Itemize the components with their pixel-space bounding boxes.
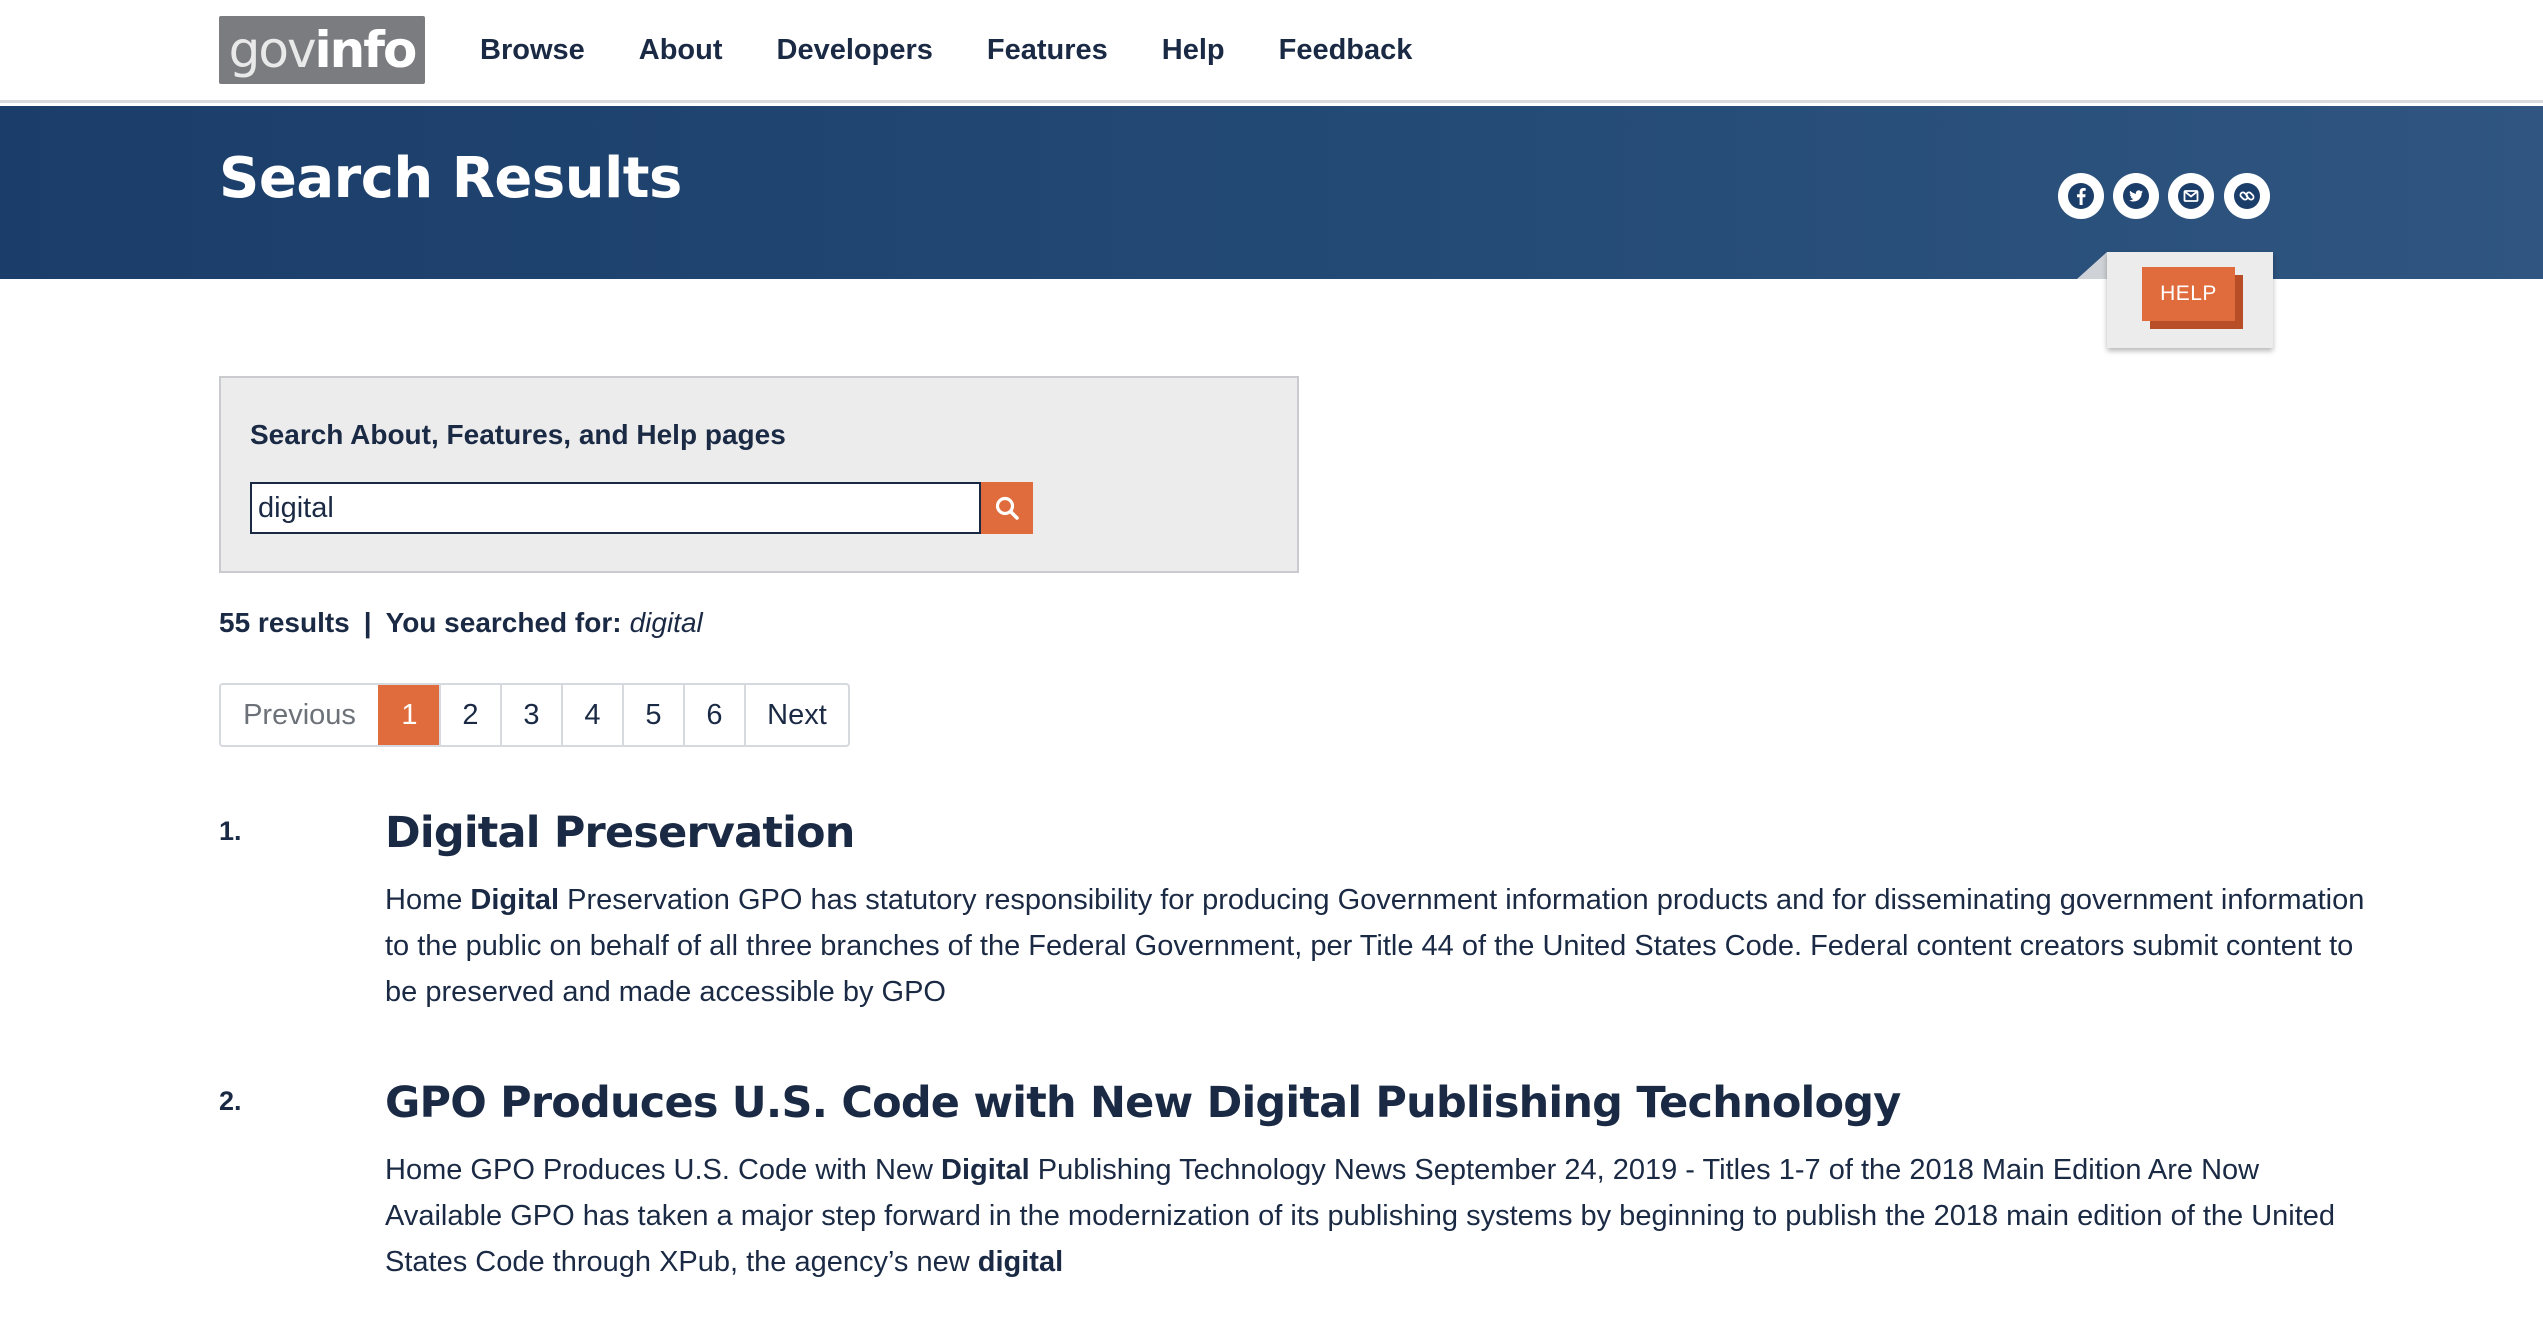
pagination-next[interactable]: Next <box>744 685 848 745</box>
result-count: 55 results <box>219 607 350 638</box>
govinfo-logo[interactable]: gov info <box>219 16 425 84</box>
pagination-page-6[interactable]: 6 <box>683 685 744 745</box>
top-navigation: gov info Browse About Developers Features… <box>0 0 2543 103</box>
pagination-page-3[interactable]: 3 <box>500 685 561 745</box>
nav-developers[interactable]: Developers <box>777 28 933 72</box>
result-snippet: Home Digital Preservation GPO has statut… <box>385 877 2375 1015</box>
result-number: 1. <box>219 816 242 846</box>
help-tab-fold <box>2077 252 2107 279</box>
pagination-page-5[interactable]: 5 <box>622 685 683 745</box>
result-title-link[interactable]: GPO Produces U.S. Code with New Digital … <box>385 1078 1901 1128</box>
twitter-share-button[interactable] <box>2113 173 2159 219</box>
pagination-previous[interactable]: Previous <box>221 685 378 745</box>
pagination-page-4[interactable]: 4 <box>561 685 622 745</box>
email-share-button[interactable] <box>2168 173 2214 219</box>
snippet-text: Home GPO Produces U.S. Code with New <box>385 1154 942 1186</box>
result-title-link[interactable]: Digital Preservation <box>385 808 855 858</box>
search-label: Search About, Features, and Help pages <box>250 419 786 450</box>
twitter-icon <box>2123 183 2149 209</box>
snippet-text: Home <box>385 884 471 916</box>
nav-feedback[interactable]: Feedback <box>1279 28 1413 72</box>
pagination: Previous 1 2 3 4 5 6 Next <box>219 683 850 747</box>
pagination-page-2[interactable]: 2 <box>439 685 500 745</box>
snippet-text: Preservation GPO has statutory responsib… <box>385 884 2365 1008</box>
nav-features[interactable]: Features <box>987 28 1108 72</box>
highlighted-term: Digital <box>470 884 560 916</box>
summary-separator: | <box>363 607 372 638</box>
searched-for-label: You searched for: <box>385 607 622 638</box>
email-icon <box>2178 183 2204 209</box>
result-snippet: Home GPO Produces U.S. Code with New Dig… <box>385 1147 2375 1285</box>
pagination-page-1[interactable]: 1 <box>378 685 439 745</box>
search-icon <box>995 496 1019 520</box>
link-icon <box>2234 183 2260 209</box>
search-panel: Search About, Features, and Help pages <box>219 376 1299 573</box>
search-button[interactable] <box>981 482 1033 534</box>
highlighted-term: Digital <box>941 1154 1030 1186</box>
main-menu: Browse About Developers Features Help Fe… <box>480 28 1412 72</box>
logo-text-gov: gov <box>228 21 317 79</box>
logo-text-info: info <box>314 21 418 79</box>
highlighted-term: digital <box>977 1246 1064 1278</box>
facebook-share-button[interactable] <box>2058 173 2104 219</box>
nav-help[interactable]: Help <box>1162 28 1225 72</box>
search-input[interactable] <box>250 482 981 534</box>
page-title: Search Results <box>219 146 682 211</box>
nav-about[interactable]: About <box>639 28 723 72</box>
result-number: 2. <box>219 1086 242 1116</box>
searched-query: digital <box>629 607 703 638</box>
copy-link-button[interactable] <box>2224 173 2270 219</box>
help-button[interactable]: HELP <box>2142 267 2235 321</box>
results-summary: 55 results | You searched for: digital <box>219 607 703 639</box>
nav-browse[interactable]: Browse <box>480 28 585 72</box>
facebook-icon <box>2068 183 2094 209</box>
